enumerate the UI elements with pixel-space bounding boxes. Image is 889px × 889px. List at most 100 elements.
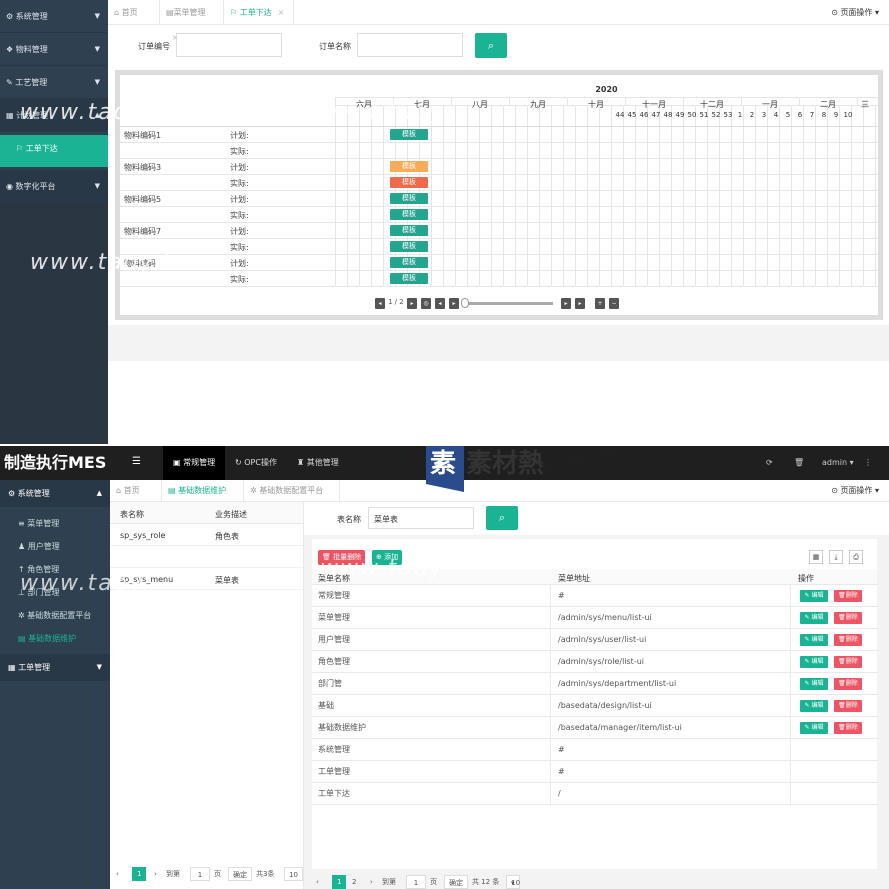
page-button[interactable]: 1 [332, 875, 347, 889]
delete-button[interactable]: 🗑删除 [834, 678, 862, 690]
order-name-input[interactable] [357, 33, 463, 57]
sidebar-item-platform[interactable]: ◉ 数字化平台 ▼ [0, 170, 108, 203]
table-row[interactable]: 系统管理 # [312, 739, 877, 761]
hamburger-icon[interactable]: ☰ [132, 456, 141, 467]
gantt-row[interactable]: 物料编码7 计划: 模板 [120, 223, 878, 239]
close-icon[interactable]: × [278, 8, 285, 17]
confirm-button[interactable]: 确定 [228, 867, 252, 881]
sidebar-item-basedata[interactable]: ▤ 基础数据维护 [0, 627, 110, 650]
next-page-icon[interactable]: › [370, 875, 373, 889]
trash-icon[interactable]: 🗑 [794, 446, 804, 480]
delete-button[interactable]: 🗑删除 [834, 634, 862, 646]
gantt-row[interactable]: 实际: [120, 143, 878, 159]
slider-handle[interactable] [461, 298, 469, 308]
gantt-row[interactable]: 实际: 模板 [120, 271, 878, 287]
sidebar-group-workorder[interactable]: ▦ 工单管理 ▼ [0, 654, 110, 681]
more-icon[interactable]: ⋮ [864, 446, 872, 480]
table-row[interactable] [110, 546, 303, 568]
table-row[interactable]: 工单管理 # [312, 761, 877, 783]
tab-work-order[interactable]: ⚐ 工单下达 × [224, 0, 294, 25]
scroll-left-button[interactable]: ◂ [435, 298, 445, 309]
sidebar-item-work-order[interactable]: ⚐ 工单下达 [0, 135, 108, 167]
sidebar-item-process[interactable]: ✎ 工艺管理 ▼ [0, 66, 108, 99]
gantt-bar[interactable]: 模板 [390, 209, 428, 220]
scroll-right-button[interactable]: ▸ [449, 298, 459, 309]
refresh-icon[interactable]: ⟳ [766, 446, 773, 480]
sidebar-item-config[interactable]: ✲ 基础数据配置平台 [0, 604, 110, 627]
prev-page-icon[interactable]: ‹ [316, 875, 319, 889]
user-menu[interactable]: admin ▾ [822, 446, 854, 480]
delete-button[interactable]: 🗑删除 [834, 656, 862, 668]
page-size-select[interactable]: 10 条/页 ▾ [506, 875, 520, 889]
edit-button[interactable]: ✎ 编辑 [800, 700, 828, 712]
timeline-slider[interactable] [463, 302, 553, 305]
next-page-button[interactable]: ▸ [407, 298, 417, 309]
prev-page-button[interactable]: ◂ [375, 298, 385, 309]
zoom-reset-button[interactable]: ◎ [421, 298, 431, 309]
confirm-button[interactable]: 确定 [444, 875, 468, 889]
edit-button[interactable]: ✎ 编辑 [800, 634, 828, 646]
prev-page-icon[interactable]: ‹ [116, 867, 119, 881]
gantt-bar[interactable]: 模板 [390, 273, 428, 284]
gantt-row[interactable]: 实际: 模板 [120, 175, 878, 191]
table-row[interactable]: 常规管理 # ✎ 编辑 🗑删除 [312, 585, 877, 607]
tab-config[interactable]: ✲ 基础数据配置平台× [244, 480, 340, 517]
table-row[interactable]: 基础数据维护/basedata/manager/item/list-ui ✎ 编辑… [312, 717, 877, 739]
delete-button[interactable]: 🗑删除 [834, 590, 862, 602]
sidebar-item-material[interactable]: ❖ 物料管理 ▼ [0, 33, 108, 66]
page-button[interactable]: 2 [352, 875, 356, 889]
page-input[interactable]: 1 [190, 867, 210, 881]
gantt-bar[interactable]: 模板 [390, 257, 428, 268]
table-row[interactable]: 菜单管理/admin/sys/menu/list-ui ✎ 编辑 🗑删除 [312, 607, 877, 629]
tab-menu[interactable]: ▤菜单管理× [160, 0, 224, 42]
page-input[interactable]: 1 [406, 875, 426, 889]
tab-home[interactable]: ⌂ 首页 [110, 480, 162, 502]
topnav-general[interactable]: ▣ 常规管理 [163, 446, 226, 480]
gantt-row[interactable]: 物料编码 计划: 模板 [120, 255, 878, 271]
tab-home[interactable]: ⌂ 首页 [108, 0, 160, 25]
page-ops-dropdown[interactable]: ⊙ 页面操作 ▾ [831, 0, 879, 25]
delete-button[interactable]: 🗑删除 [834, 612, 862, 624]
zoom-out-button[interactable]: − [609, 298, 619, 309]
step-right-button[interactable]: ▸ [575, 298, 585, 309]
table-row[interactable]: 部门管/admin/sys/department/list-ui ✎ 编辑 🗑删除 [312, 673, 877, 695]
tab-basedata[interactable]: ▤ 基础数据维护× [162, 480, 244, 517]
gantt-row[interactable]: 实际: 模板 [120, 207, 878, 223]
table-row[interactable]: 用户管理/admin/sys/user/list-ui ✎ 编辑 🗑删除 [312, 629, 877, 651]
page-button[interactable]: 1 [132, 867, 147, 881]
step-left-button[interactable]: ▸ [561, 298, 571, 309]
table-row[interactable]: sp_sys_role 角色表 [110, 524, 303, 546]
gantt-row[interactable]: 物料编码3 计划: 模板 [120, 159, 878, 175]
gantt-row[interactable]: 物料编码5 计划: 模板 [120, 191, 878, 207]
search-input[interactable]: 菜单表 [368, 507, 474, 529]
columns-icon[interactable]: ▦ [809, 550, 823, 564]
delete-button[interactable]: 🗑删除 [834, 700, 862, 712]
gantt-bar[interactable]: 模板 [390, 129, 428, 140]
zoom-in-button[interactable]: + [595, 298, 605, 309]
edit-button[interactable]: ✎ 编辑 [800, 590, 828, 602]
gantt-bar[interactable]: 模板 [390, 225, 428, 236]
sidebar-item-system[interactable]: ⚙ 系统管理 ▼ [0, 0, 108, 33]
gantt-bar[interactable]: 模板 [390, 241, 428, 252]
order-no-input[interactable] [176, 33, 282, 57]
table-row[interactable]: 基础/basedata/design/list-ui ✎ 编辑 🗑删除 [312, 695, 877, 717]
search-button[interactable]: ⌕ [486, 506, 518, 530]
sidebar-item-menu[interactable]: ≡ 菜单管理 [0, 512, 110, 535]
print-icon[interactable]: ⎙ [849, 550, 863, 564]
delete-button[interactable]: 🗑删除 [834, 722, 862, 734]
next-page-icon[interactable]: › [154, 867, 157, 881]
gantt-bar[interactable]: 模板 [390, 161, 428, 172]
sidebar-item-user[interactable]: ♟ 用户管理 [0, 535, 110, 558]
gantt-bar[interactable]: 模板 [390, 177, 428, 188]
export-icon[interactable]: ⤓ [829, 550, 843, 564]
edit-button[interactable]: ✎ 编辑 [800, 678, 828, 690]
sidebar-group-system[interactable]: ⚙ 系统管理 ▲ [0, 480, 110, 507]
topnav-opc[interactable]: ↻ OPC操作 [225, 446, 287, 480]
edit-button[interactable]: ✎ 编辑 [800, 722, 828, 734]
page-size-select[interactable]: 10 [284, 867, 303, 881]
edit-button[interactable]: ✎ 编辑 [800, 612, 828, 624]
table-row[interactable]: 角色管理/admin/sys/role/list-ui ✎ 编辑 🗑删除 [312, 651, 877, 673]
search-button[interactable]: ⌕ [475, 33, 507, 58]
gantt-bar[interactable]: 模板 [390, 193, 428, 204]
gantt-row[interactable]: 物料编码1 计划: 模板 [120, 127, 878, 143]
